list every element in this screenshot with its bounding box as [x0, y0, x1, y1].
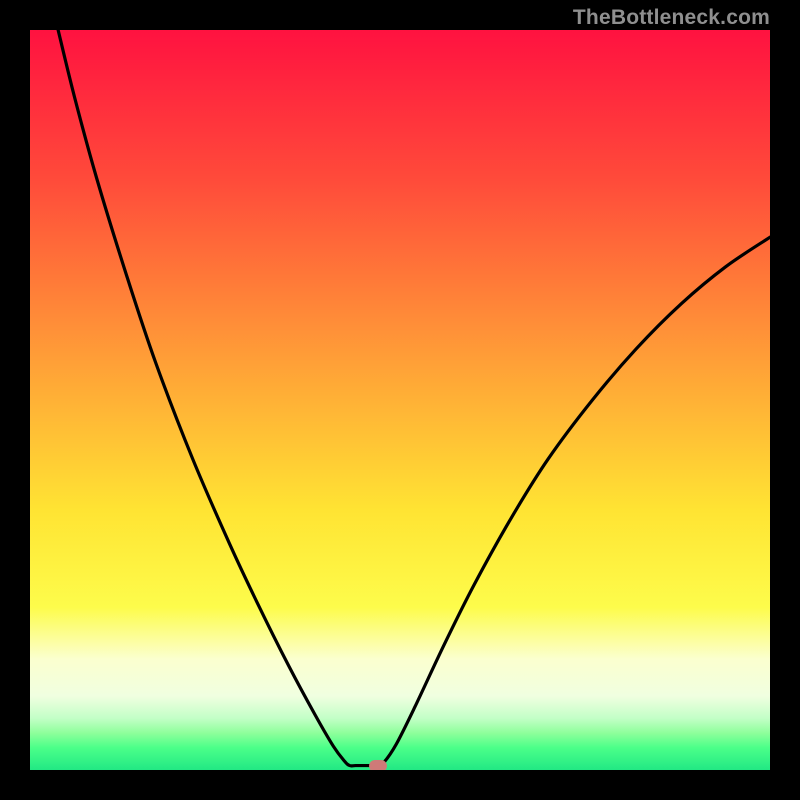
- curve-layer: [30, 30, 770, 770]
- bottleneck-curve: [58, 30, 770, 766]
- chart-frame: TheBottleneck.com: [0, 0, 800, 800]
- watermark-text: TheBottleneck.com: [573, 6, 770, 30]
- plot-area: [30, 30, 770, 770]
- curve-minimum-marker: [369, 760, 387, 770]
